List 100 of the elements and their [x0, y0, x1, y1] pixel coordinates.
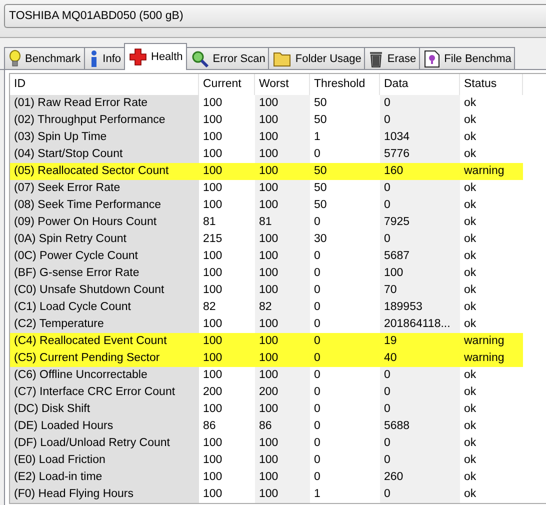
table-cell-text: ok: [463, 317, 478, 332]
table-cell: (DC) Disk Shift: [10, 401, 199, 418]
table-cell-text: 100: [202, 113, 224, 128]
table-cell: 19: [380, 333, 460, 350]
table-cell: (08) Seek Time Performance: [10, 197, 199, 214]
table-cell-text: ok: [463, 198, 478, 213]
table-cell: (E0) Load Friction: [10, 452, 199, 469]
table-cell-text: ok: [463, 300, 478, 315]
table-cell-text: 0: [313, 453, 322, 468]
table-cell-text: 200: [202, 385, 224, 400]
tab[interactable]: Info: [84, 47, 125, 69]
table-cell: 0: [380, 435, 460, 452]
table-cell: 189953: [380, 299, 460, 316]
tab[interactable]: Health: [124, 43, 187, 70]
table-cell-text: 100: [202, 147, 224, 162]
table-cell: 100: [255, 163, 310, 180]
table-cell-text: 1: [313, 130, 322, 145]
table-cell: 7925: [380, 214, 460, 231]
table-cell-text: 0: [313, 249, 322, 264]
table-cell-text: ok: [463, 368, 478, 383]
table-cell: (C2) Temperature: [10, 316, 199, 333]
table-cell: 100: [255, 401, 310, 418]
tab[interactable]: File Benchma: [419, 47, 516, 69]
table-cell: 260: [380, 469, 460, 486]
magnifier-icon: [190, 50, 209, 68]
table-cell: 100: [255, 197, 310, 214]
table-cell-text: 0: [313, 385, 322, 400]
table-cell-text: 215: [202, 232, 224, 247]
table-cell: (C6) Offline Uncorrectable: [10, 367, 199, 384]
table-cell-text: ok: [463, 215, 478, 230]
table-cell: 100: [255, 367, 310, 384]
table-cell: 100: [380, 265, 460, 282]
table-cell-text: 100: [202, 368, 224, 383]
table-cell-text: 0: [313, 368, 322, 383]
table-cell-text: ok: [463, 283, 478, 298]
tab[interactable]: Benchmark: [4, 47, 85, 69]
table-cell: 0: [380, 401, 460, 418]
table-cell: (01) Raw Read Error Rate: [10, 95, 199, 112]
table-cell: 100: [255, 469, 310, 486]
table-cell: 160: [380, 163, 460, 180]
table-cell-text: 100: [202, 130, 224, 145]
table-cell: 0: [380, 231, 460, 248]
table-cell: 200: [255, 384, 310, 401]
table-cell: 0: [310, 350, 380, 367]
table-cell: 86: [255, 418, 310, 435]
table-cell: (C7) Interface CRC Error Count: [10, 384, 199, 401]
table-cell: (C4) Reallocated Event Count: [10, 333, 199, 350]
table-cell-text: 100: [202, 198, 224, 213]
column-header[interactable]: Status: [460, 74, 523, 95]
table-cell-text: ok: [463, 385, 478, 400]
drive-dropdown[interactable]: TOSHIBA MQ01ABD050 (500 gB): [4, 4, 546, 28]
table-cell: (C1) Load Cycle Count: [10, 299, 199, 316]
table-cell: 0: [380, 452, 460, 469]
table-cell: 100: [255, 265, 310, 282]
table-cell-text: ok: [463, 232, 478, 247]
table-cell: 5687: [380, 248, 460, 265]
table-cell: 100: [255, 350, 310, 367]
table-cell: (DE) Loaded Hours: [10, 418, 199, 435]
table-cell-text: 30: [313, 232, 328, 247]
table-cell-text: ok: [463, 436, 478, 451]
table-cell-text: ok: [463, 487, 478, 502]
tab[interactable]: Error Scan: [186, 47, 270, 69]
table-cell-text: 100: [202, 249, 224, 264]
table-cell: (03) Spin Up Time: [10, 129, 199, 146]
table-cell: (05) Reallocated Sector Count: [10, 163, 199, 180]
table-cell-text: 82: [202, 300, 217, 315]
table-cell-text: 0: [313, 436, 322, 451]
table-cell: 100: [255, 282, 310, 299]
table-cell: 0: [380, 384, 460, 401]
table-cell: 40: [380, 350, 460, 367]
table-cell: warning: [460, 333, 523, 350]
table-cell: 0: [310, 333, 380, 350]
column-header[interactable]: Current: [199, 74, 255, 95]
table-cell: 82: [255, 299, 310, 316]
document-icon: [424, 50, 440, 68]
table-cell: (0C) Power Cycle Count: [10, 248, 199, 265]
table-cell-text: ok: [463, 266, 478, 281]
table-cell: warning: [460, 350, 523, 367]
table-cell-text: 100: [202, 317, 224, 332]
table-cell-text: 100: [202, 266, 224, 281]
table-cell-text: ok: [463, 130, 478, 145]
table-cell-text: 0: [313, 266, 322, 281]
table-cell: (C0) Unsafe Shutdown Count: [10, 282, 199, 299]
table-cell-text: 50: [313, 181, 328, 196]
table-cell-text: ok: [463, 181, 478, 196]
tab[interactable]: Erase: [364, 47, 420, 69]
table-cell: 0: [380, 112, 460, 129]
column-header[interactable]: Threshold: [310, 74, 380, 95]
table-cell: (BF) G-sense Error Rate: [10, 265, 199, 282]
lightbulb-icon: [9, 50, 21, 68]
table-cell: 0: [380, 486, 460, 503]
table-cell: 0: [380, 95, 460, 112]
table-cell-text: 100: [202, 487, 224, 502]
table-cell-text: 100: [202, 402, 224, 417]
table-cell-text: 0: [313, 215, 322, 230]
table-cell-text: 100: [202, 453, 224, 468]
table-cell-text: 100: [202, 436, 224, 451]
table-cell-text: 1: [313, 487, 322, 502]
tab[interactable]: Folder Usage: [268, 47, 366, 69]
table-cell: 100: [255, 112, 310, 129]
